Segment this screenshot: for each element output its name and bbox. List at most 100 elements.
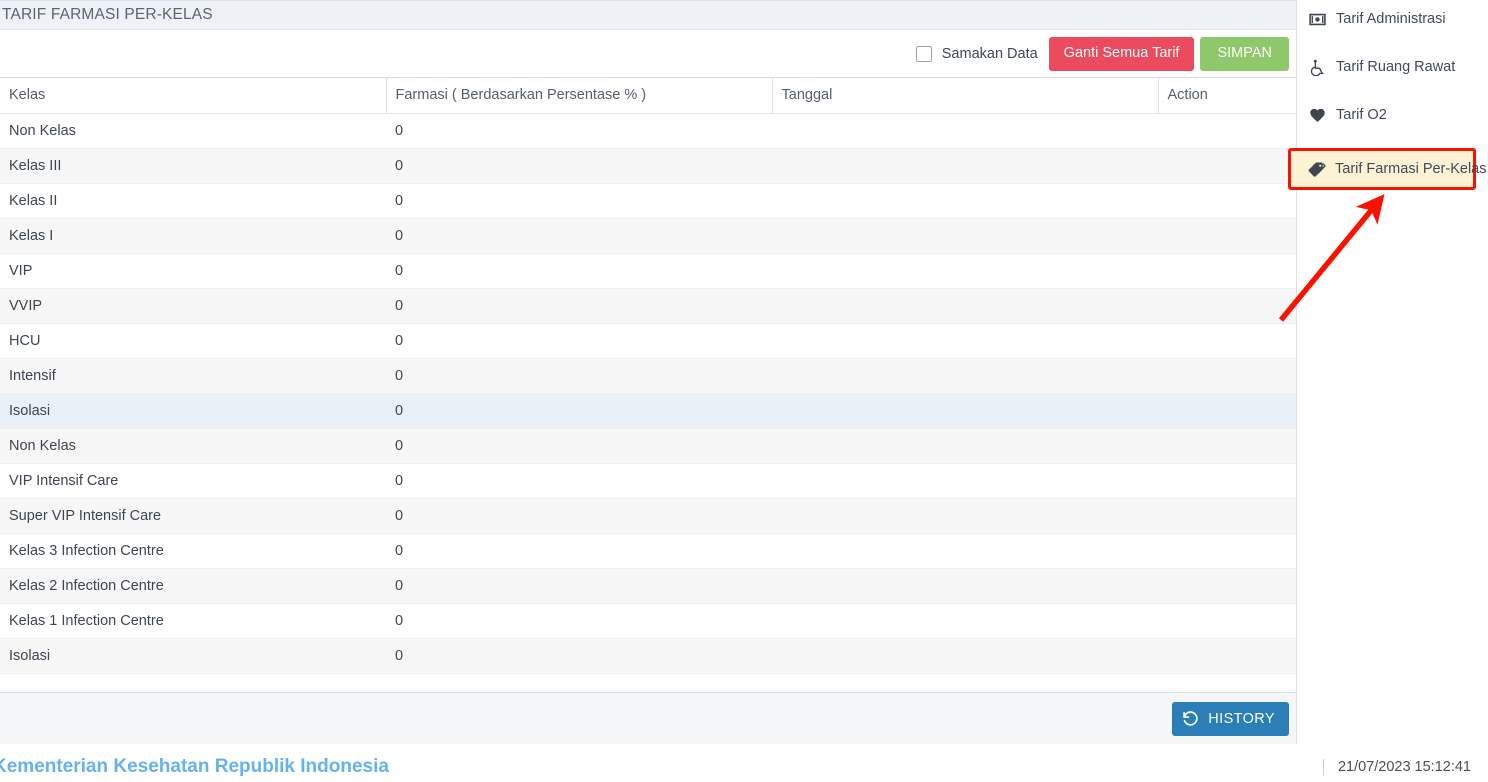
cell-farmasi[interactable]: 0 (386, 288, 772, 324)
cell-action[interactable] (1158, 288, 1296, 324)
checkbox-box[interactable] (915, 45, 932, 62)
cell-kelas: HCU (0, 323, 386, 359)
toolbar: Samakan Data Ganti Semua Tarif SIMPAN (0, 30, 1296, 78)
cell-farmasi[interactable]: 0 (386, 498, 772, 534)
table-row[interactable]: Isolasi 0 (0, 393, 1296, 429)
cell-action[interactable] (1158, 533, 1296, 569)
footer-timestamp: 21/07/2023 15:12:41 (1322, 759, 1471, 775)
panel-footer: HISTORY (0, 692, 1296, 744)
cell-farmasi[interactable]: 0 (386, 603, 772, 639)
cell-kelas: Kelas 2 Infection Centre (0, 568, 386, 604)
cell-action[interactable] (1158, 603, 1296, 639)
cell-farmasi[interactable]: 0 (386, 428, 772, 464)
app-root: TARIF FARMASI PER-KELAS Samakan Data Gan… (0, 0, 1488, 782)
cell-tanggal (772, 463, 1158, 499)
cell-action[interactable] (1158, 253, 1296, 289)
cell-farmasi[interactable]: 0 (386, 533, 772, 569)
cell-action[interactable] (1158, 113, 1296, 149)
wheelchair-icon (1308, 59, 1327, 76)
cell-kelas: Super VIP Intensif Care (0, 498, 386, 534)
cell-kelas: VIP (0, 253, 386, 289)
cell-action[interactable] (1158, 323, 1296, 359)
cell-action[interactable] (1158, 358, 1296, 394)
sidebar-item-tarif-administrasi[interactable]: Tarif Administrasi (1298, 4, 1488, 34)
cell-kelas: VVIP (0, 288, 386, 324)
cell-tanggal (772, 183, 1158, 219)
table-row[interactable]: Kelas II 0 (0, 183, 1296, 219)
cell-farmasi[interactable]: 0 (386, 393, 772, 429)
table-row[interactable]: VIP 0 (0, 253, 1296, 289)
table-scroll-area: Kelas Farmasi ( Berdasarkan Persentase %… (0, 78, 1296, 691)
page-title: TARIF FARMASI PER-KELAS (2, 6, 213, 23)
table-row[interactable]: VIP Intensif Care 0 (0, 463, 1296, 499)
cell-tanggal (772, 113, 1158, 149)
sidebar-item-tarif-ruang-rawat[interactable]: Tarif Ruang Rawat (1298, 52, 1488, 82)
table-row[interactable]: Kelas 3 Infection Centre 0 (0, 533, 1296, 569)
ganti-semua-tarif-button[interactable]: Ganti Semua Tarif (1048, 36, 1195, 71)
cell-farmasi[interactable]: 0 (386, 148, 772, 184)
cell-tanggal (772, 288, 1158, 324)
panel-title-bar: TARIF FARMASI PER-KELAS (0, 0, 1296, 30)
table-header-row: Kelas Farmasi ( Berdasarkan Persentase %… (0, 78, 1296, 114)
table-row[interactable]: Kelas III 0 (0, 148, 1296, 184)
table-row[interactable]: Super VIP Intensif Care 0 (0, 498, 1296, 534)
table-row[interactable]: Intensif 0 (0, 358, 1296, 394)
sidebar-label: Tarif Ruang Rawat (1336, 59, 1456, 75)
cell-farmasi[interactable]: 0 (386, 113, 772, 149)
cell-farmasi[interactable]: 0 (386, 218, 772, 254)
cell-action[interactable] (1158, 393, 1296, 429)
col-header-action[interactable]: Action (1157, 78, 1296, 114)
cell-tanggal (772, 218, 1158, 254)
cell-action[interactable] (1158, 218, 1296, 254)
sidebar-item-tarif-o2[interactable]: Tarif O2 (1298, 100, 1488, 130)
cell-tanggal (772, 358, 1158, 394)
samakan-data-checkbox[interactable]: Samakan Data (915, 45, 1038, 62)
history-button[interactable]: HISTORY (1172, 701, 1289, 736)
table-row[interactable]: Kelas I0 (0, 218, 1296, 254)
sidebar-item-tarif-farmasi-per-kelas[interactable]: Tarif Farmasi Per-Kelas (1288, 148, 1486, 190)
cell-farmasi[interactable]: 0 (386, 183, 772, 219)
cell-action[interactable] (1158, 498, 1296, 534)
simpan-button[interactable]: SIMPAN (1200, 36, 1289, 71)
col-header-farmasi[interactable]: Farmasi ( Berdasarkan Persentase % ) (385, 78, 772, 114)
sidebar-label: Tarif Administrasi (1336, 11, 1446, 27)
cell-farmasi[interactable]: 0 (386, 638, 772, 674)
cell-action[interactable] (1158, 148, 1296, 184)
cell-tanggal (772, 393, 1158, 429)
cell-action[interactable] (1158, 428, 1296, 464)
cell-kelas: Kelas I (0, 218, 386, 254)
table-row[interactable]: Non Kelas 0 (0, 113, 1296, 149)
cell-kelas: Kelas 3 Infection Centre (0, 533, 386, 569)
cell-kelas: Intensif (0, 358, 386, 394)
col-header-kelas[interactable]: Kelas (0, 78, 386, 114)
table-row[interactable]: Isolasi 0 (0, 638, 1296, 674)
sidebar-label: Tarif O2 (1336, 107, 1387, 123)
table-row[interactable]: Kelas 2 Infection Centre 0 (0, 568, 1296, 604)
tag-icon (1307, 160, 1326, 178)
cell-farmasi[interactable]: 0 (386, 463, 772, 499)
table-row[interactable]: Kelas 1 Infection Centre 0 (0, 603, 1296, 639)
cell-kelas: Kelas III (0, 148, 386, 184)
table-row[interactable]: VVIP 0 (0, 288, 1296, 324)
money-bill-icon (1308, 11, 1327, 28)
page-footer: Kementerian Kesehatan Republik Indonesia… (0, 744, 1488, 782)
cell-farmasi[interactable]: 0 (386, 323, 772, 359)
table-row[interactable]: Non Kelas 0 (0, 428, 1296, 464)
heart-icon (1308, 107, 1327, 124)
cell-farmasi[interactable]: 0 (386, 568, 772, 604)
cell-kelas: Kelas II (0, 183, 386, 219)
cell-farmasi[interactable]: 0 (386, 253, 772, 289)
cell-tanggal (772, 428, 1158, 464)
cell-kelas: Isolasi (0, 638, 386, 674)
undo-icon (1182, 710, 1199, 727)
cell-action[interactable] (1158, 463, 1296, 499)
cell-action[interactable] (1158, 568, 1296, 604)
cell-action[interactable] (1158, 183, 1296, 219)
cell-tanggal (772, 568, 1158, 604)
cell-farmasi[interactable]: 0 (386, 358, 772, 394)
cell-tanggal (772, 498, 1158, 534)
cell-action[interactable] (1158, 638, 1296, 674)
table-row[interactable]: HCU 0 (0, 323, 1296, 359)
samakan-data-label: Samakan Data (941, 45, 1038, 62)
col-header-tanggal[interactable]: Tanggal (771, 78, 1158, 114)
